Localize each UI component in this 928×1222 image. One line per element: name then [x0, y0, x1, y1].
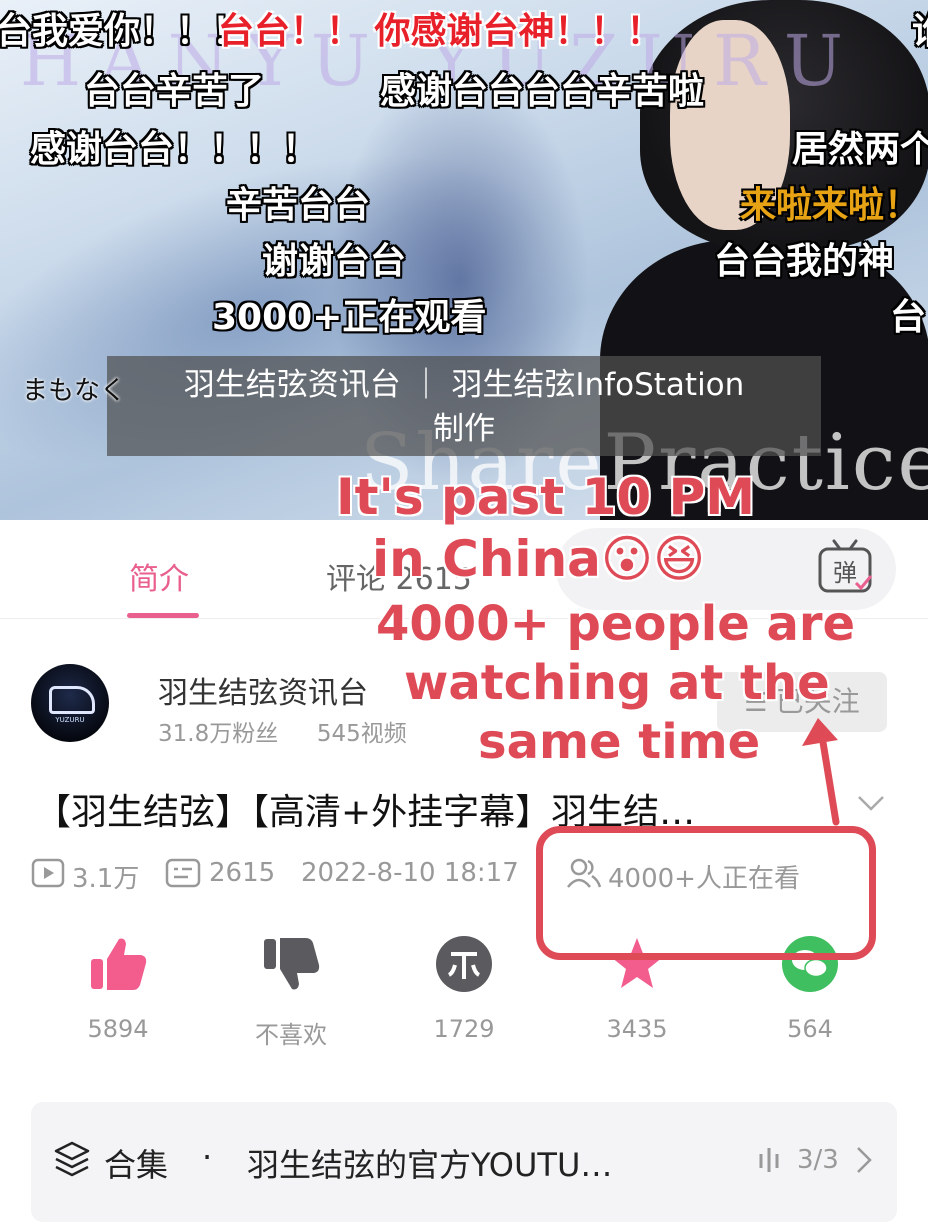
like-count: 5894 — [87, 1015, 149, 1043]
danmaku-comment: まもなく — [22, 376, 127, 406]
chevron-right-icon[interactable] — [852, 1144, 876, 1176]
danmaku-comment: 谢谢台台 — [262, 241, 407, 282]
danmaku-comment: 感谢台台台台辛苦啦 — [380, 71, 705, 112]
dislike-button[interactable]: 不喜欢 — [221, 935, 361, 1050]
video-subtitle-line2: 制作 — [433, 411, 495, 447]
danmaku-comment: 台台！！ 你感谢台神！！！ — [218, 11, 663, 52]
annotation-line4: watching at the — [404, 655, 830, 711]
danmaku-comment: 谁 — [912, 2, 928, 54]
collection-episode-count: 3/3 — [797, 1145, 839, 1175]
annotation-arrow — [802, 718, 840, 826]
danmaku-count: 2615 — [209, 858, 276, 888]
annotation-highlight-box — [536, 826, 876, 960]
danmaku-comment: 台台辛苦了 — [84, 71, 265, 112]
episodes-bars-icon — [759, 1148, 779, 1172]
thumbs-down-icon — [264, 938, 320, 990]
skate-icon — [49, 686, 95, 714]
like-button[interactable]: 5894 — [48, 935, 188, 1043]
dislike-label: 不喜欢 — [255, 1021, 327, 1049]
danmaku-comment: 3000+正在观看 — [212, 297, 487, 338]
annotation-line3: 4000+ people are — [376, 596, 856, 652]
video-player[interactable]: HANYU YUZURU SharePractice 台我爱你！！！ 台台！！ … — [0, 0, 928, 520]
danmaku-comment: 感谢台台！！！！ — [30, 129, 319, 170]
collection-separator: · — [202, 1138, 213, 1176]
video-subtitle-line1: 羽生结弦资讯台 ｜ 羽生结弦InfoStation — [183, 367, 745, 403]
uploader-stats: 31.8万粉丝 545视频 — [158, 714, 407, 748]
danmaku-comment: 居然两个 — [792, 129, 928, 170]
danmaku-comment: 来啦来啦！ — [740, 185, 921, 226]
tab-active-indicator — [127, 613, 199, 618]
annotation-line5: same time — [478, 714, 761, 770]
danmaku-comment: 辛苦台台 — [226, 185, 371, 226]
danmaku-comment: 台我爱你！！！ — [0, 11, 249, 52]
uploader-fans: 31.8万粉丝 — [158, 721, 279, 747]
coin-count: 1729 — [433, 1015, 495, 1043]
upload-datetime: 2022-8-10 18:17 — [301, 858, 519, 888]
uploader-name[interactable]: 羽生结弦资讯台 — [158, 668, 368, 712]
annotation-line1: It's past 10 PM — [336, 468, 755, 526]
layers-icon — [54, 1141, 90, 1177]
share-count: 564 — [787, 1015, 833, 1043]
coin-button[interactable]: 1729 — [394, 935, 534, 1043]
tab-intro[interactable]: 简介 — [129, 554, 189, 598]
danmaku-comment: 台 — [890, 297, 927, 338]
danmaku-count-icon — [165, 858, 201, 888]
uploader-avatar[interactable]: YUZURU — [31, 664, 109, 742]
expand-chevron-down-icon[interactable] — [856, 788, 886, 818]
coin-icon — [436, 936, 492, 992]
avatar-logo-text: YUZURU — [55, 716, 85, 724]
danmaku-button-label: 弹 — [833, 559, 857, 587]
play-count-icon — [31, 858, 65, 888]
play-count: 3.1万 — [72, 864, 140, 894]
danmaku-toggle-button[interactable]: 弹 — [800, 535, 890, 603]
collection-title: 羽生结弦的官方YOUTU… — [247, 1146, 613, 1184]
favorite-count: 3435 — [606, 1015, 668, 1043]
danmaku-comment: 台台我的神 — [714, 241, 895, 282]
thumbs-up-icon — [91, 938, 147, 990]
annotation-line2: in China😮😆 — [372, 530, 706, 588]
video-subtitle-box: 羽生结弦资讯台 ｜ 羽生结弦InfoStation 制作 — [107, 356, 821, 456]
uploader-video-count: 545视频 — [316, 721, 407, 747]
danmaku-tv-icon: 弹 — [818, 539, 873, 593]
collection-label: 合集 — [104, 1146, 169, 1184]
